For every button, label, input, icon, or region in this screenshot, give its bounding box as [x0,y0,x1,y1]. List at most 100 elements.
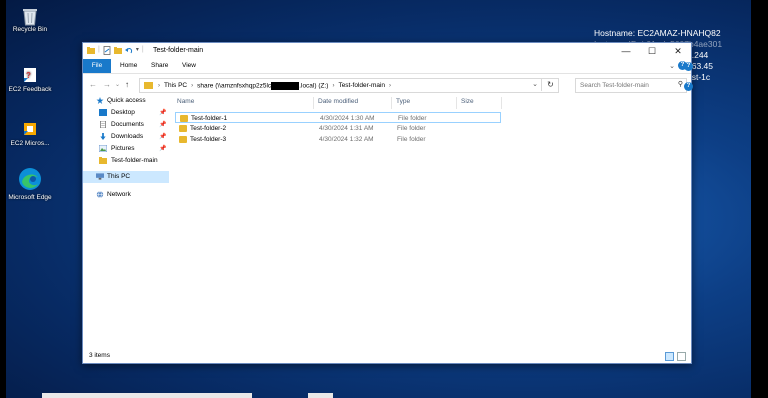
table-row[interactable]: Test-folder-3 4/30/2024 1:32 AM File fol… [175,134,501,145]
nav-downloads[interactable]: Downloads 📌 [83,131,169,143]
nav-documents-label: Documents [111,121,144,128]
title-bar[interactable]: | ▾ | Test-folder-main — ☐ ✕ [83,43,691,59]
details-view-icon[interactable] [665,352,674,361]
nav-test-folder-main[interactable]: Test-folder-main [83,155,169,167]
redacted-block [271,81,300,90]
breadcrumb-current[interactable]: Test-folder-main [338,82,385,89]
star-icon [96,97,104,104]
tab-view[interactable]: View [175,59,203,73]
ec2-micros-icon [21,120,39,138]
address-bar[interactable]: › This PC › share (\\amznfsxhqp2z5lc .loc… [139,78,559,93]
tab-share[interactable]: Share [144,59,175,73]
nav-this-pc[interactable]: This PC [83,171,169,183]
pin-icon[interactable]: 📌 [159,143,166,155]
download-arrow-icon [100,133,106,140]
undo-icon[interactable] [124,46,133,55]
folder-icon [99,157,107,164]
tab-file[interactable]: File [83,59,111,73]
file-name: Test-folder-2 [190,125,227,132]
maximize-button[interactable]: ☐ [639,43,665,59]
folder-icon [180,115,188,122]
breadcrumb-share[interactable]: share (\\amznfsxhqp2z5lc .local) (Z:) [197,81,329,90]
back-arrow-icon[interactable]: ← [89,80,97,89]
customize-quick-access-icon[interactable]: ▾ [136,46,139,55]
ec2-feedback-label: EC2 Feedback [8,86,52,93]
column-header-type[interactable]: Type [396,97,457,109]
tab-home[interactable]: Home [113,59,144,73]
pin-icon[interactable]: 📌 [159,131,166,143]
file-date: 4/30/2024 1:32 AM [319,136,374,143]
column-header-name[interactable]: Name [177,97,314,109]
forward-arrow-icon[interactable]: → [103,80,111,89]
navigation-bar: ← → ⌄ ↑ › This PC › share (\\amznfsxhqp2… [83,74,691,96]
file-name: Test-folder-3 [190,136,227,143]
search-input[interactable] [576,79,668,91]
status-bar: 3 items [83,349,689,363]
nav-downloads-label: Downloads [111,133,144,140]
chevron-right-icon: › [389,82,392,89]
ec2-feedback-icon: ? [21,66,39,84]
pictures-icon [99,145,107,152]
large-icons-view-icon[interactable] [677,352,686,361]
minimize-button[interactable]: — [613,43,639,59]
pin-icon[interactable]: 📌 [159,107,166,119]
folder-icon [87,47,95,54]
ribbon: File Home Share View ⌄ ? [83,59,691,74]
table-row[interactable]: Test-folder-1 4/30/2024 1:30 AM File fol… [175,112,501,123]
microsoft-edge-label: Microsoft Edge [8,194,52,201]
folder-icon [179,136,187,143]
pin-icon[interactable]: 📌 [159,119,166,131]
recent-locations-icon[interactable]: ⌄ [115,81,120,88]
recycle-bin-shortcut[interactable]: Recycle Bin [7,6,53,34]
recycle-bin-label: Recycle Bin [12,26,48,33]
nav-pictures[interactable]: Pictures 📌 [83,143,169,155]
expand-ribbon-icon[interactable]: ⌄ [669,62,675,70]
folder-icon [144,82,153,89]
edge-icon [17,166,43,192]
address-dropdown-icon[interactable]: ⌄ [532,80,538,88]
nav-quick-access[interactable]: Quick access [83,95,169,107]
ec2-micros-shortcut[interactable]: EC2 Micros... [7,120,53,148]
ec2-micros-label: EC2 Micros... [10,140,50,147]
new-folder-icon[interactable] [113,46,122,55]
close-button[interactable]: ✕ [665,43,691,59]
file-type: File folder [397,125,426,132]
column-header-size[interactable]: Size [461,97,502,109]
file-date: 4/30/2024 1:31 AM [319,125,374,132]
search-box[interactable]: ⚲ [575,78,687,93]
nav-this-pc-label: This PC [107,173,131,180]
nav-pictures-label: Pictures [111,145,135,152]
search-icon[interactable]: ⚲ [678,80,683,88]
file-list: Name Date modified Type Size Test-folder… [175,95,689,345]
network-icon [96,191,104,198]
file-explorer-window: | ▾ | Test-folder-main — ☐ ✕ File Home S… [82,42,692,364]
hostname-text: Hostname: EC2AMAZ-HNAHQ82 [594,28,721,38]
nav-desktop[interactable]: Desktop 📌 [83,107,169,119]
chevron-right-icon: › [191,82,194,89]
nav-desktop-label: Desktop [111,109,135,116]
ec2-feedback-shortcut[interactable]: ? EC2 Feedback [7,66,53,94]
documents-icon [100,121,106,128]
breadcrumb-share-suffix: .local) (Z:) [299,82,329,90]
breadcrumb-this-pc[interactable]: This PC [164,82,187,89]
refresh-icon[interactable]: ↻ [541,78,559,91]
desktop-icon [99,109,107,116]
properties-icon[interactable] [103,46,111,55]
taskbar-fragment [42,393,252,398]
column-headers: Name Date modified Type Size [175,95,689,109]
nav-documents[interactable]: Documents 📌 [83,119,169,131]
taskbar-fragment-2 [308,393,333,398]
folder-icon [179,125,187,132]
host-info-help-icon-2: ? [684,82,693,91]
nav-quick-access-label: Quick access [107,97,146,104]
file-type: File folder [397,136,426,143]
microsoft-edge-shortcut[interactable]: Microsoft Edge [7,166,53,202]
nav-network[interactable]: Network [83,189,169,201]
chevron-right-icon: › [332,82,335,89]
nav-test-folder-main-label: Test-folder-main [111,157,158,164]
table-row[interactable]: Test-folder-2 4/30/2024 1:31 AM File fol… [175,123,501,134]
item-count: 3 items [89,352,110,359]
column-header-date[interactable]: Date modified [318,97,392,109]
up-arrow-icon[interactable]: ↑ [125,80,129,89]
recycle-bin-icon [21,6,39,26]
